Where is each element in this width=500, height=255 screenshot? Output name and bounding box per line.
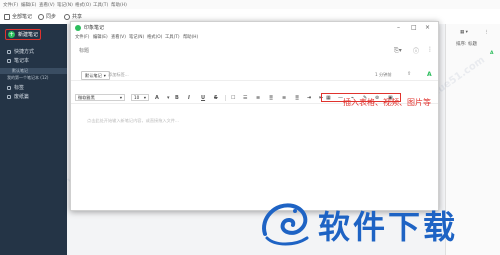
align-center-icon[interactable]: ≡: [282, 95, 286, 101]
star-icon: [7, 49, 11, 54]
annotation-text: 插入表格、视频、图片等: [343, 98, 431, 107]
menu-help[interactable]: 帮助(H): [183, 34, 198, 40]
menu-format[interactable]: 格式(O): [75, 2, 91, 8]
font-family-value: 微软雅黑: [78, 94, 95, 100]
align-left-icon[interactable]: ≣: [269, 95, 273, 101]
indent-icon[interactable]: ⇥: [307, 95, 311, 101]
chevron-down-icon: ▾: [103, 73, 106, 78]
menu-edit[interactable]: 编辑(E): [93, 34, 108, 40]
sidebar-item-label: 废纸篓: [14, 94, 30, 100]
sort-label[interactable]: 排序: 标题: [456, 41, 477, 47]
notebook-select[interactable]: 默认笔记 ▾: [81, 71, 110, 80]
menu-help[interactable]: 帮助(H): [111, 2, 127, 8]
share-button[interactable]: 共享: [64, 13, 82, 20]
menu-file[interactable]: 文件(F): [75, 34, 89, 40]
sidebar-item-shortcuts[interactable]: 快捷方式: [7, 48, 34, 55]
new-note-button[interactable]: + 新建笔记: [5, 29, 41, 40]
view-icon[interactable]: ▦ ▾: [460, 30, 468, 35]
last-edited-label: 1 分钟前: [375, 72, 392, 77]
window-title: 印象笔记: [84, 25, 105, 31]
bullet-list-icon[interactable]: ☰: [243, 95, 247, 101]
note-editor-window: 印象笔记 – □ × 文件(F) 编辑(E) 查看(V) 笔记(N) 格式(O)…: [70, 21, 439, 211]
highlight-icon[interactable]: ▾: [167, 95, 170, 101]
more-options-icon[interactable]: ⋮: [427, 46, 433, 53]
font-size-value: 10: [134, 95, 140, 100]
sync-label: 同步: [46, 14, 57, 20]
font-family-select[interactable]: 微软雅黑 ▾: [75, 94, 125, 101]
sidebar-item-first-notebook[interactable]: 我的第一个笔记本 (12): [7, 75, 48, 81]
sidebar: + 新建笔记 快捷方式 笔记本 默认笔记 我的第一个笔记本 (12) 标签 废纸…: [0, 24, 67, 255]
sidebar-item-default-notebook[interactable]: 默认笔记: [12, 68, 28, 74]
sidebar-item-trash[interactable]: 废纸篓: [7, 93, 29, 100]
brand-watermark-text: 软件下载: [318, 208, 459, 246]
sidebar-selection: [0, 68, 67, 74]
add-tag-input[interactable]: 添加标签...: [108, 72, 129, 78]
sidebar-item-label: 我的第一个笔记本 (12): [7, 75, 49, 80]
notebook-icon: [7, 58, 11, 63]
separator: [225, 95, 226, 101]
menu-tools[interactable]: 工具(T): [93, 2, 108, 8]
notes-icon: [4, 13, 10, 20]
sidebar-item-label: 笔记本: [14, 58, 30, 64]
close-icon[interactable]: ×: [425, 24, 430, 31]
maximize-icon[interactable]: □: [411, 24, 417, 31]
font-a-icon[interactable]: A: [427, 71, 432, 78]
editor-menubar: 文件(F) 编辑(E) 查看(V) 笔记(N) 格式(O) 工具(T) 帮助(H…: [71, 33, 438, 41]
sync-button[interactable]: 同步: [38, 13, 56, 20]
align-right-icon[interactable]: ≣: [295, 95, 299, 101]
reminder-icon[interactable]: ⎘▾: [394, 47, 402, 55]
evernote-logo-icon: [75, 24, 81, 31]
menu-note[interactable]: 笔记(N): [129, 34, 144, 40]
menu-file[interactable]: 文件(F): [3, 2, 18, 8]
menu-tools[interactable]: 工具(T): [165, 34, 180, 40]
all-notes-button[interactable]: 全部笔记: [4, 13, 32, 20]
bold-icon[interactable]: B: [175, 95, 179, 101]
menu-view[interactable]: 查看(V): [39, 2, 55, 8]
strikethrough-icon[interactable]: S: [214, 95, 218, 101]
font-a-icon[interactable]: A: [490, 51, 493, 56]
tag-icon: [7, 85, 11, 90]
numbered-list-icon[interactable]: ≡: [256, 95, 260, 101]
sync-icon: [38, 13, 44, 20]
sidebar-item-label: 默认笔记: [12, 68, 28, 73]
editor-body[interactable]: 点击此处开始输入新笔记内容，或直接拖入文件...: [87, 118, 179, 124]
window-titlebar: 印象笔记: [71, 22, 438, 33]
font-size-select[interactable]: 10 ▾: [131, 94, 149, 101]
note-title-input[interactable]: [79, 45, 379, 56]
sidebar-item-label: 标签: [14, 85, 25, 91]
sidebar-item-notebooks[interactable]: 笔记本: [7, 57, 29, 64]
trash-icon: [7, 94, 11, 99]
share-icon[interactable]: ⇪: [407, 71, 411, 77]
more-icon[interactable]: ⋮: [484, 30, 489, 35]
all-notes-label: 全部笔记: [12, 14, 33, 20]
chevron-down-icon: ▾: [143, 95, 146, 100]
dragon-logo-icon: [262, 203, 309, 246]
new-note-label: 新建笔记: [18, 32, 39, 38]
app-menubar: 文件(F) 编辑(E) 查看(V) 笔记(N) 格式(O) 工具(T) 帮助(H…: [0, 0, 500, 9]
table-icon[interactable]: ▦: [326, 95, 331, 101]
info-icon[interactable]: ⓘ: [413, 46, 419, 55]
share-icon: [64, 13, 70, 20]
plus-icon: +: [8, 31, 15, 38]
chevron-down-icon: ▾: [119, 95, 122, 100]
menu-edit[interactable]: 编辑(E): [21, 2, 36, 8]
minimize-icon[interactable]: –: [397, 24, 400, 31]
notebook-tag-row: 默认笔记 ▾ 添加标签... 1 分钟前 ⇪ A: [71, 70, 438, 81]
font-color-icon[interactable]: A: [155, 95, 159, 101]
share-label: 共享: [72, 14, 83, 20]
menu-format[interactable]: 格式(O): [147, 34, 162, 40]
underline-icon[interactable]: U: [201, 95, 205, 101]
notebook-select-value: 默认笔记: [85, 72, 102, 78]
menu-note[interactable]: 笔记(N): [57, 2, 73, 8]
checkbox-icon[interactable]: ☐: [231, 95, 235, 101]
sidebar-item-label: 快捷方式: [14, 49, 35, 55]
menu-view[interactable]: 查看(V): [111, 34, 126, 40]
sidebar-item-tags[interactable]: 标签: [7, 84, 24, 91]
italic-icon[interactable]: I: [188, 95, 190, 101]
